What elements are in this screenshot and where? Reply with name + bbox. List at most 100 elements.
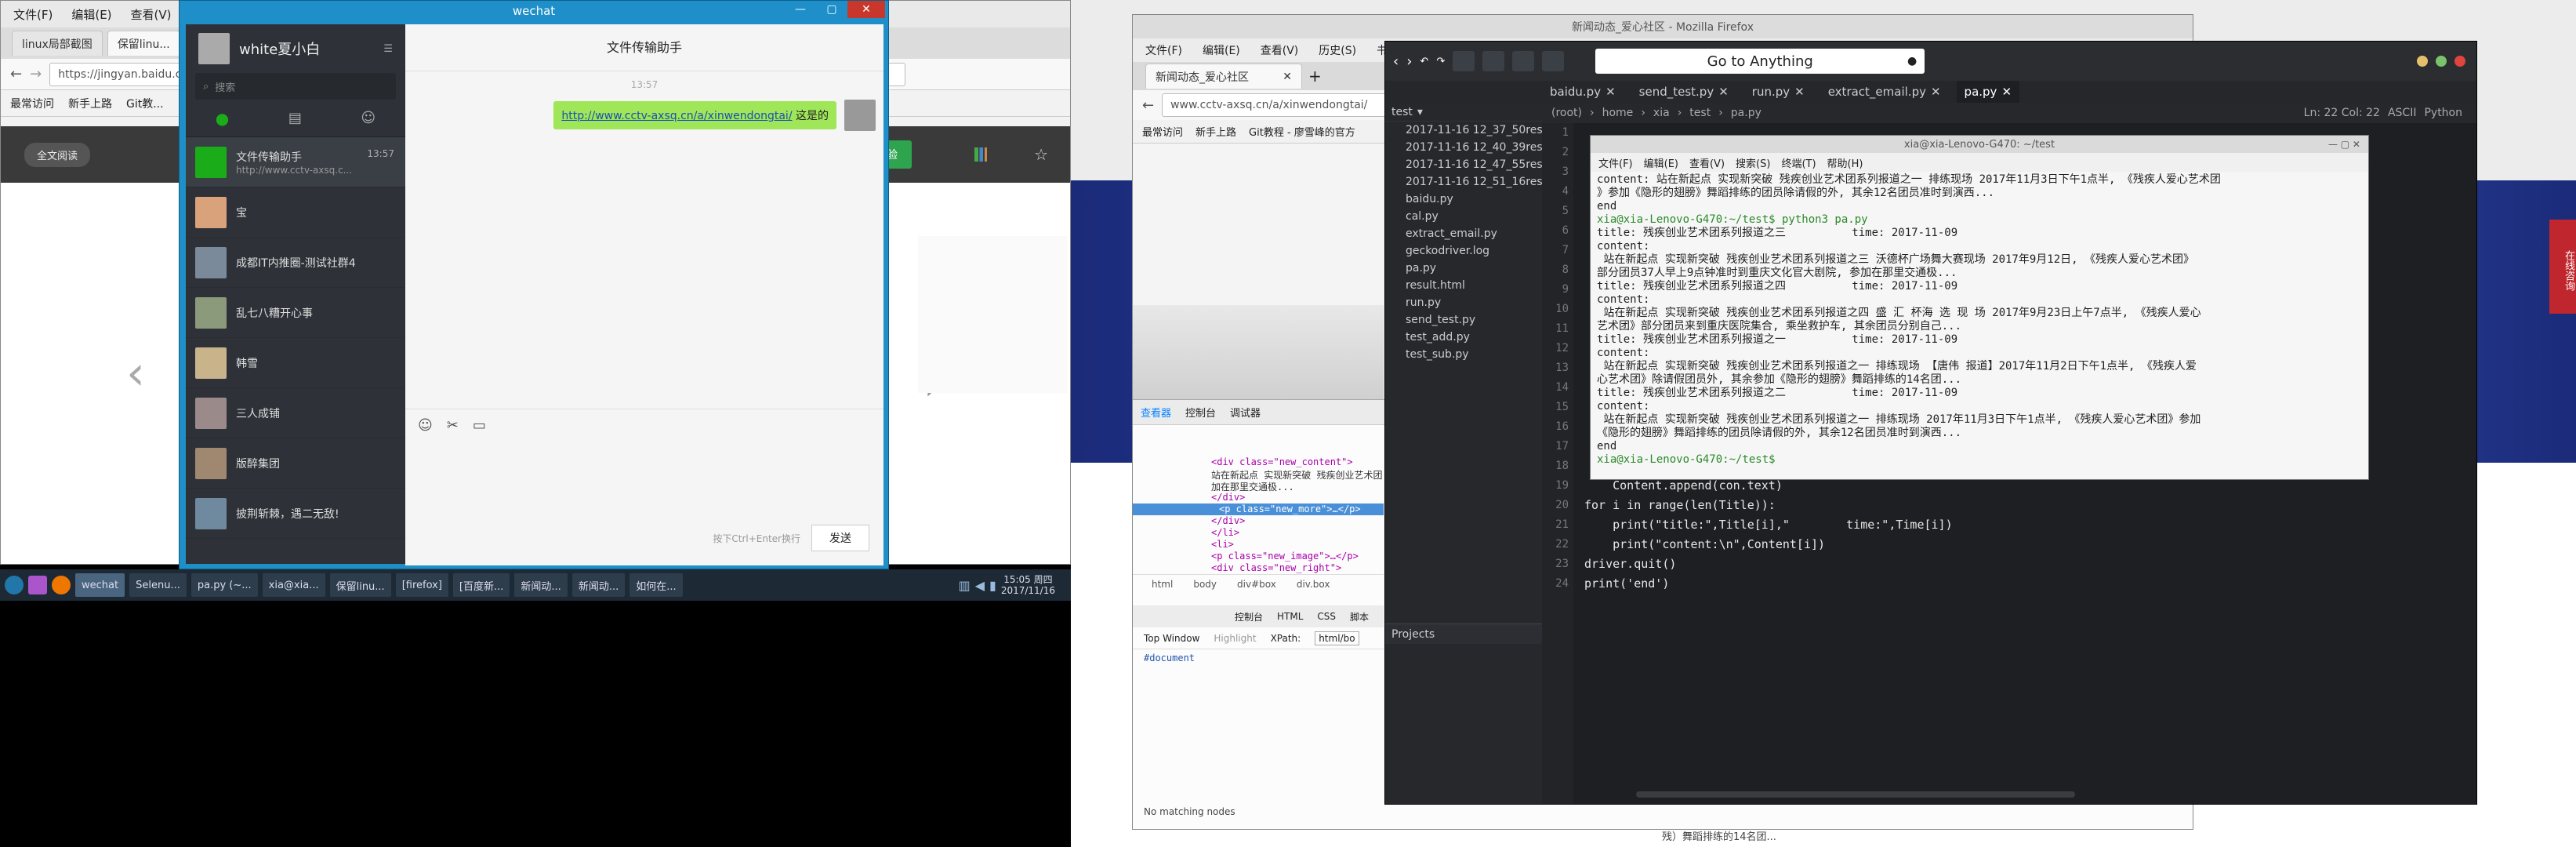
- redo-icon[interactable]: ↷: [1436, 56, 1445, 67]
- file-item[interactable]: 2017-11-16 12_37_50res...: [1385, 122, 1542, 139]
- file-item[interactable]: 2017-11-16 12_40_39res...: [1385, 139, 1542, 156]
- list-item[interactable]: 披荆斩棘，遇二无敌!: [186, 489, 405, 539]
- menu-edit[interactable]: 编辑(E): [1644, 155, 1678, 170]
- project-selector[interactable]: test ▾: [1385, 103, 1542, 122]
- search-box[interactable]: ⌕ 搜索: [195, 73, 396, 100]
- dom-line[interactable]: </div>: [1211, 492, 1384, 503]
- file-item[interactable]: 2017-11-16 12_51_16res...: [1385, 173, 1542, 191]
- volume-icon[interactable]: ◀: [975, 578, 985, 593]
- file-item[interactable]: run.py: [1385, 294, 1542, 311]
- chart-icon[interactable]: [974, 147, 988, 162]
- send-button[interactable]: 发送: [811, 525, 869, 551]
- crumb[interactable]: pa.py: [1731, 107, 1761, 119]
- list-item[interactable]: 宝: [186, 187, 405, 238]
- menu-edit[interactable]: 编辑(E): [1203, 42, 1240, 58]
- taskbar-item-baidu[interactable]: [百度新...: [452, 573, 510, 597]
- debug-icon[interactable]: [1542, 51, 1565, 71]
- firefox-icon[interactable]: [52, 576, 71, 594]
- highlight-toggle[interactable]: Highlight: [1214, 633, 1256, 644]
- file-item[interactable]: send_test.py: [1385, 311, 1542, 329]
- back-icon[interactable]: ←: [10, 66, 22, 82]
- taskbar-item-firefox[interactable]: [firefox]: [395, 573, 448, 597]
- minimize-button[interactable]: —: [785, 1, 816, 18]
- dom-line[interactable]: <div class="new_content">: [1211, 456, 1384, 468]
- file-tab-run[interactable]: run.py ✕: [1744, 81, 1812, 103]
- menu-terminal[interactable]: 终端(T): [1781, 155, 1816, 170]
- tab-inspector[interactable]: 查看器: [1141, 405, 1171, 420]
- menu-help[interactable]: 帮助(H): [1827, 155, 1863, 170]
- crumb[interactable]: home: [1602, 107, 1634, 119]
- file-item[interactable]: test_add.py: [1385, 329, 1542, 346]
- input-area[interactable]: ☺ ✂ ▭ 按下Ctrl+Enter换行 发送: [405, 409, 883, 565]
- file-tab-send-test[interactable]: send_test.py ✕: [1631, 81, 1736, 103]
- files-icon[interactable]: [28, 576, 47, 594]
- tab-news[interactable]: 新闻动态_爱心社区 ✕: [1145, 64, 1302, 89]
- tab-keep-linux[interactable]: 保留linu...: [107, 31, 180, 56]
- menu-file[interactable]: 文件(F): [1145, 42, 1182, 58]
- horizontal-scrollbar[interactable]: [1636, 791, 2075, 798]
- taskbar-item-pa[interactable]: pa.py (~...: [190, 573, 258, 597]
- crumb[interactable]: (root): [1551, 107, 1582, 119]
- file-item[interactable]: pa.py: [1385, 260, 1542, 277]
- crumb[interactable]: html: [1152, 579, 1173, 590]
- file-item[interactable]: extract_email.py: [1385, 225, 1542, 242]
- tab-close-icon[interactable]: ✕: [1283, 71, 1292, 83]
- new-file-icon[interactable]: [1453, 51, 1475, 71]
- scissors-icon[interactable]: ✂: [447, 417, 459, 434]
- clock[interactable]: 15:05 周四 2017/11/16: [1001, 574, 1055, 596]
- menu-file[interactable]: 文件(F): [1598, 155, 1633, 170]
- search-input[interactable]: 搜索: [215, 79, 235, 94]
- window-close[interactable]: [2454, 56, 2465, 67]
- read-all-button[interactable]: 全文阅读: [24, 142, 91, 167]
- file-item[interactable]: result.html: [1385, 277, 1542, 294]
- close-icon[interactable]: ✕: [1794, 85, 1805, 99]
- chat-icon[interactable]: ●: [216, 109, 229, 128]
- avatar[interactable]: [198, 33, 230, 64]
- list-item[interactable]: 三人成铺: [186, 388, 405, 438]
- dom-line[interactable]: 加在那里交通极...: [1211, 480, 1384, 493]
- dom-line[interactable]: </div>: [1211, 515, 1384, 527]
- message-link[interactable]: http://www.cctv-axsq.cn/a/xinwendongtai/: [561, 110, 792, 122]
- top-window-select[interactable]: Top Window: [1144, 633, 1199, 644]
- xpath-input[interactable]: html/bo: [1315, 631, 1359, 645]
- dom-line[interactable]: <p class="new_image">…</p>: [1211, 551, 1384, 562]
- new-tab-button[interactable]: +: [1308, 67, 1322, 85]
- crumb[interactable]: xia: [1653, 107, 1670, 119]
- menu-view[interactable]: 查看(V): [131, 6, 172, 23]
- dom-line[interactable]: </li>: [1211, 527, 1384, 539]
- save-icon[interactable]: [1512, 51, 1535, 71]
- taskbar-item-keep-linux[interactable]: 保留linu...: [329, 573, 391, 597]
- back-icon[interactable]: ‹: [1393, 53, 1399, 70]
- dom-line[interactable]: <div class="new_right">: [1211, 562, 1384, 574]
- close-button[interactable]: ✕: [847, 1, 885, 18]
- file-tab-extract-email[interactable]: extract_email.py ✕: [1820, 81, 1949, 103]
- file-item[interactable]: 2017-11-16 12_47_55res...: [1385, 156, 1542, 173]
- list-item[interactable]: 成都IT内推圈-测试社群4: [186, 238, 405, 288]
- contacts-book-icon[interactable]: ▤: [288, 110, 302, 126]
- tab-linux-screenshot[interactable]: linux局部截图: [12, 31, 103, 56]
- back-icon[interactable]: ←: [1142, 97, 1154, 114]
- window-maximize[interactable]: [2436, 56, 2447, 67]
- forward-icon[interactable]: ›: [1406, 53, 1412, 70]
- bookmark-git[interactable]: Git教...: [126, 96, 164, 111]
- file-item[interactable]: baidu.py: [1385, 191, 1542, 208]
- taskbar-item-news1[interactable]: 新闻动...: [514, 573, 568, 597]
- crumb[interactable]: test: [1689, 107, 1711, 119]
- bookmark-most-visited[interactable]: 最常访问: [10, 96, 54, 111]
- bookmark-most-visited[interactable]: 最常访问: [1142, 124, 1183, 139]
- encoding-label[interactable]: ASCII: [2388, 107, 2417, 119]
- menu-history[interactable]: 历史(S): [1319, 42, 1356, 58]
- app-menu-icon[interactable]: [5, 576, 24, 594]
- firebug-tab-css[interactable]: CSS: [1317, 611, 1336, 622]
- taskbar-item-selenium[interactable]: Selenu...: [129, 573, 187, 597]
- file-tab-baidu[interactable]: baidu.py ✕: [1542, 81, 1624, 103]
- terminal-output[interactable]: content: 站在新起点 实现新突破 残疾创业艺术团系列报道之一 排练现场 …: [1591, 172, 2368, 467]
- online-consult-tab[interactable]: 在线咨询: [2549, 220, 2576, 314]
- window-minimize[interactable]: [2417, 56, 2428, 67]
- language-label[interactable]: Python: [2424, 107, 2462, 119]
- menu-file[interactable]: 文件(F): [13, 6, 53, 23]
- folder-icon[interactable]: ▭: [473, 417, 486, 434]
- list-item[interactable]: 乱七八糟开心事: [186, 288, 405, 338]
- crumb[interactable]: div#box: [1237, 579, 1276, 590]
- terminal-window-controls[interactable]: — ▢ ✕: [2328, 139, 2360, 150]
